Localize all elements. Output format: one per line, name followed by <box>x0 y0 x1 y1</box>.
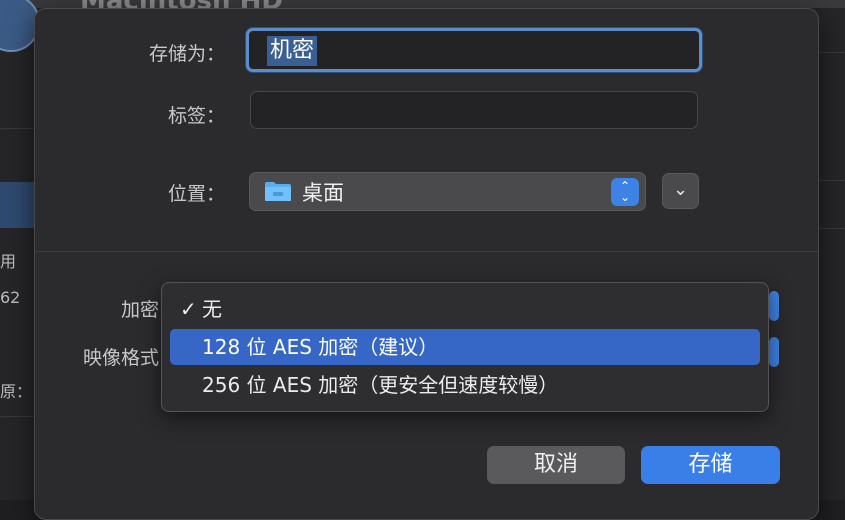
sidebar-selected-item[interactable] <box>0 182 34 228</box>
location-label: 位置： <box>167 183 225 205</box>
location-value: 桌面 <box>302 181 344 205</box>
checkmark-icon: ✓ <box>180 297 197 321</box>
save-button[interactable]: 存储 <box>641 446 780 484</box>
save-as-field[interactable]: 机密 <box>246 28 702 72</box>
sidebar-text: 62 <box>0 288 21 307</box>
right-divider <box>818 52 845 53</box>
menu-item-label: 128 位 AES 加密（建议） <box>202 335 439 359</box>
folder-icon <box>265 182 291 201</box>
encryption-label: 加密 <box>120 299 159 321</box>
image-format-label: 映像格式 <box>82 347 159 369</box>
sidebar-divider <box>0 416 34 417</box>
cancel-button[interactable]: 取消 <box>487 446 625 484</box>
chevron-down-icon: ⌄ <box>672 179 689 200</box>
menu-item-label: 256 位 AES 加密（更安全但速度较慢） <box>202 373 559 397</box>
tags-label: 标签： <box>167 105 225 127</box>
sidebar-text: 原： <box>0 382 33 401</box>
save-as-label: 存储为： <box>148 43 225 65</box>
encryption-popup-edge[interactable] <box>769 291 779 321</box>
sidebar-text: 用 <box>0 252 17 271</box>
save-as-value[interactable]: 机密 <box>267 36 318 66</box>
menu-item-aes-256[interactable]: 256 位 AES 加密（更安全但速度较慢） <box>170 367 760 403</box>
menu-item-label: 无 <box>202 297 222 321</box>
right-divider <box>818 180 845 181</box>
menu-item-aes-128[interactable]: 128 位 AES 加密（建议） <box>170 329 760 365</box>
image-format-popup-edge[interactable] <box>769 337 779 367</box>
save-sheet: 存储为： 机密 标签： 位置： 桌面 ⌃ ⌄ ⌄ 加密 映像格式 取消 存储 <box>34 8 819 520</box>
expand-button[interactable]: ⌄ <box>662 173 699 209</box>
encryption-menu: ✓ 无 128 位 AES 加密（建议） 256 位 AES 加密（更安全但速度… <box>161 282 769 412</box>
section-divider <box>35 251 818 252</box>
tags-field[interactable] <box>250 91 698 129</box>
up-down-chevron-icon: ⌃ ⌄ <box>611 178 639 206</box>
menu-item-none[interactable]: ✓ 无 <box>170 291 760 327</box>
right-divider <box>818 228 845 229</box>
location-popup[interactable]: 桌面 ⌃ ⌄ <box>249 172 646 211</box>
sidebar-divider <box>0 128 34 129</box>
